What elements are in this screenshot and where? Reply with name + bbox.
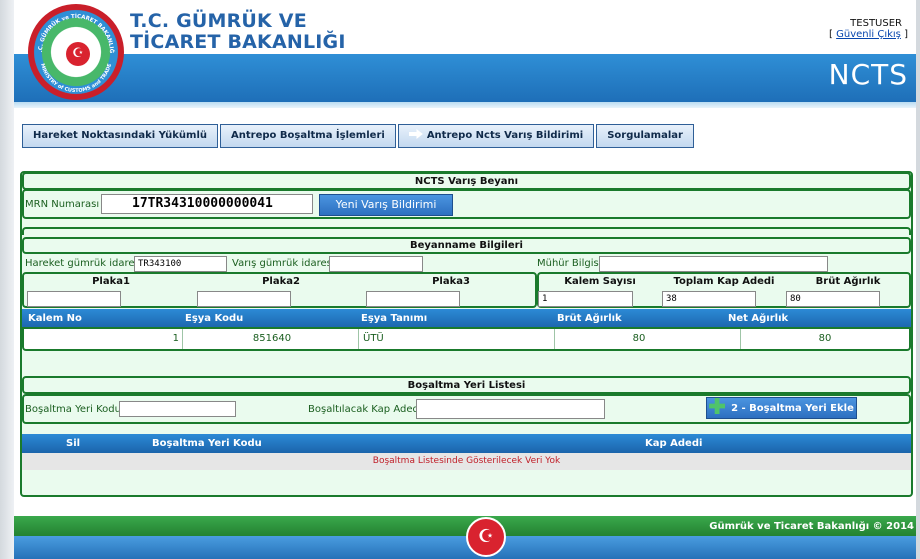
username: TESTUSER	[850, 18, 902, 29]
varis-title-bar: NCTS Varış Beyanı	[22, 172, 911, 190]
plaka1-input[interactable]	[27, 291, 121, 307]
org-title-line2: TİCARET BAKANLIĞI	[130, 31, 346, 53]
plaka1-label: Plaka1	[92, 276, 130, 287]
add-unloading-label: 2 - Boşaltma Yeri Ekle	[731, 403, 854, 414]
menu-item-hareket[interactable]: Hareket Noktasındaki Yükümlü	[22, 124, 219, 148]
menu-label: Sorgulamalar	[607, 130, 683, 141]
hareket-input[interactable]: TR343100	[134, 256, 227, 272]
cell-esya-kodu: 851640	[252, 333, 292, 344]
empty-message: Boşaltma Listesinde Gösterilecek Veri Yo…	[372, 456, 561, 466]
cell-net: 80	[818, 333, 832, 344]
ministry-logo: T.C. GÜMRÜK ve TİCARET BAKANLIĞI MINISTR…	[28, 4, 124, 100]
left-gutter	[0, 0, 14, 559]
menu-label: Antrepo Boşaltma İşlemleri	[231, 130, 385, 141]
bosaltma-title: Boşaltma Yeri Listesi	[407, 380, 526, 391]
col-kap-adedi: Kap Adedi	[645, 438, 703, 449]
right-gutter	[916, 0, 920, 559]
beyanname-title-bar: Beyanname Bilgileri	[22, 237, 911, 254]
kalem-sayisi-input[interactable]: 1	[538, 291, 633, 307]
cell-kalem-no: 1	[172, 333, 179, 344]
col-bosaltma-kod: Boşaltma Yeri Kodu	[152, 438, 262, 449]
header-band	[14, 54, 916, 102]
brut-label: Brüt Ağırlık	[815, 276, 881, 287]
col-sil: Sil	[66, 438, 81, 449]
plaka3-input[interactable]	[366, 291, 460, 307]
brut-input[interactable]: 80	[786, 291, 880, 307]
muhur-input[interactable]	[599, 256, 828, 272]
plus-icon	[709, 398, 726, 414]
menu-label: Antrepo Ncts Varış Bildirimi	[426, 130, 584, 141]
crescent-star-icon: ☪	[66, 42, 90, 66]
bosaltma-title-bar: Boşaltma Yeri Listesi	[22, 376, 911, 394]
menu-label: Hareket Noktasındaki Yükümlü	[33, 130, 208, 141]
menu-item-ncts-varis[interactable]: Antrepo Ncts Varış Bildirimi	[397, 124, 595, 148]
empty-row: Boşaltma Listesinde Gösterilecek Veri Yo…	[22, 453, 911, 470]
org-title-line1: T.C. GÜMRÜK VE	[130, 10, 307, 32]
cell-esya-tanimi: ÜTÜ	[363, 333, 384, 344]
add-unloading-button[interactable]: 2 - Boşaltma Yeri Ekle	[706, 397, 857, 419]
separator	[22, 227, 911, 235]
hareket-label: Hareket gümrük idaresi	[25, 258, 143, 269]
toplam-kap-input[interactable]: 38	[662, 291, 756, 307]
bosaltma-table-header: Sil Boşaltma Yeri Kodu Kap Adedi	[22, 434, 911, 453]
bosaltma-kod-input[interactable]	[119, 401, 236, 417]
bosaltma-kap-label: Boşaltılacak Kap Adedi	[308, 404, 422, 415]
cell-brut: 80	[632, 333, 646, 344]
menu-item-antrepo-bosaltma[interactable]: Antrepo Boşaltma İşlemleri	[220, 124, 396, 148]
toplam-kap-label: Toplam Kap Adedi	[673, 276, 775, 287]
row-divider	[554, 329, 555, 349]
bosaltma-kod-label: Boşaltma Yeri Kodu	[25, 404, 121, 415]
table-row[interactable]: 1 851640 ÜTÜ 80 80	[22, 327, 911, 351]
col-esya-kodu: Eşya Kodu	[185, 313, 244, 324]
logo-ring-bottom: MINISTRY of CUSTOMS and TRADE	[39, 62, 113, 94]
row-divider	[358, 329, 359, 349]
col-net: Net Ağırlık	[728, 313, 789, 324]
logout-wrap: [ Güvenli Çıkış ]	[829, 29, 908, 40]
beyanname-title: Beyanname Bilgileri	[410, 240, 523, 251]
muhur-label: Mühür Bilgisi	[537, 258, 602, 269]
plaka3-label: Plaka3	[432, 276, 470, 287]
app-name: NCTS	[828, 58, 908, 91]
menu-item-sorgulamalar[interactable]: Sorgulamalar	[596, 124, 694, 148]
row-divider	[182, 329, 183, 349]
footer-copyright: Gümrük ve Ticaret Bakanlığı © 2014	[709, 521, 914, 532]
logout-link[interactable]: Güvenli Çıkış	[836, 29, 901, 40]
turkish-flag-icon: ☪	[466, 517, 506, 557]
varis-input[interactable]	[329, 256, 423, 272]
kalem-sayisi-label: Kalem Sayısı	[564, 276, 636, 287]
col-brut: Brüt Ağırlık	[557, 313, 622, 324]
svg-text:MINISTRY of CUSTOMS and TRADE: MINISTRY of CUSTOMS and TRADE	[39, 62, 113, 94]
mrn-label: MRN Numarası	[25, 199, 100, 210]
varis-label: Varış gümrük idaresi	[232, 258, 335, 269]
varis-title: NCTS Varış Beyanı	[414, 176, 519, 187]
row-divider	[740, 329, 741, 349]
col-esya-tanimi: Eşya Tanımı	[361, 313, 428, 324]
arrow-right-icon	[408, 129, 423, 139]
mrn-input[interactable]: 17TR34310000000041	[101, 194, 313, 214]
new-arrival-button[interactable]: Yeni Varış Bildirimi	[319, 194, 453, 216]
footer-blue	[14, 536, 916, 559]
plaka2-input[interactable]	[197, 291, 291, 307]
items-table-header: Kalem No Eşya Kodu Eşya Tanımı Brüt Ağır…	[22, 309, 911, 329]
plaka2-label: Plaka2	[262, 276, 300, 287]
bosaltma-kap-input[interactable]	[416, 399, 605, 419]
page: T.C. GÜMRÜK ve TİCARET BAKANLIĞI MINISTR…	[0, 0, 920, 559]
col-kalem-no: Kalem No	[28, 313, 82, 324]
main-menu: Hareket Noktasındaki Yükümlü Antrepo Boş…	[22, 124, 694, 148]
